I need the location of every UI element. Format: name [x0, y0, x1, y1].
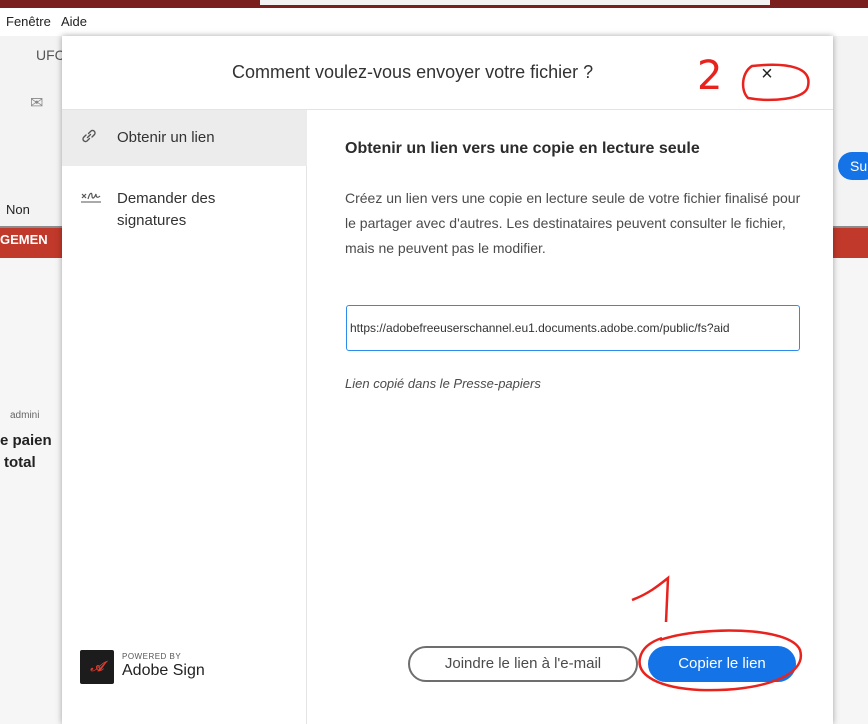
close-button[interactable]: ×	[750, 64, 784, 90]
bg-fragment: Non	[6, 202, 30, 217]
share-link-field[interactable]	[346, 305, 800, 351]
bg-right-page	[833, 258, 868, 724]
menu-bar: Fenêtre Aide	[0, 8, 868, 36]
sidebar-item-get-link[interactable]: Obtenir un lien	[62, 110, 307, 166]
sidebar-item-label: Obtenir un lien	[117, 129, 215, 146]
bg-fragment: Su	[838, 152, 868, 180]
window-titlebar	[0, 0, 868, 8]
copied-confirmation: Lien copié dans le Presse-papiers	[345, 376, 541, 391]
titlebar-field	[260, 0, 770, 5]
copy-link-button[interactable]: Copier le lien	[648, 646, 796, 682]
mail-icon: ✉	[30, 95, 44, 112]
link-icon	[80, 127, 98, 150]
adobe-sign-logo-icon: 𝒜	[80, 650, 114, 684]
close-icon: ×	[761, 63, 773, 85]
bg-fragment: UFC	[36, 47, 65, 63]
bg-fragment: GEMEN	[0, 232, 48, 247]
bg-fragment: admini	[10, 410, 40, 421]
sidebar-item-label: Demander des signatures	[117, 190, 216, 229]
brand-name: Adobe Sign	[122, 662, 205, 679]
powered-by-label: POWERED BY	[122, 652, 182, 661]
share-dialog: Comment voulez-vous envoyer votre fichie…	[62, 36, 833, 724]
dialog-title: Comment voulez-vous envoyer votre fichie…	[232, 62, 594, 82]
content-heading: Obtenir un lien vers une copie en lectur…	[345, 140, 700, 157]
annotation-number-2: 2	[697, 53, 723, 99]
signature-icon	[80, 188, 102, 209]
menu-item-fenetre[interactable]: Fenêtre	[6, 14, 51, 29]
sidebar-item-request-signatures[interactable]: Demander des signatures	[62, 182, 307, 238]
bg-fragment: e paien	[0, 432, 52, 449]
dialog-header: Comment voulez-vous envoyer votre fichie…	[62, 36, 833, 110]
dialog-content: Obtenir un lien vers une copie en lectur…	[308, 110, 833, 724]
attach-link-email-button[interactable]: Joindre le lien à l'e-mail	[408, 646, 638, 682]
dialog-sidebar: Obtenir un lien Demander des signatures …	[62, 110, 307, 724]
bg-banner-right	[833, 228, 868, 258]
bg-fragment: total	[4, 454, 36, 471]
content-description: Créez un lien vers une copie en lecture …	[345, 190, 801, 256]
bg-left-page	[0, 258, 62, 724]
menu-item-aide[interactable]: Aide	[61, 14, 87, 29]
